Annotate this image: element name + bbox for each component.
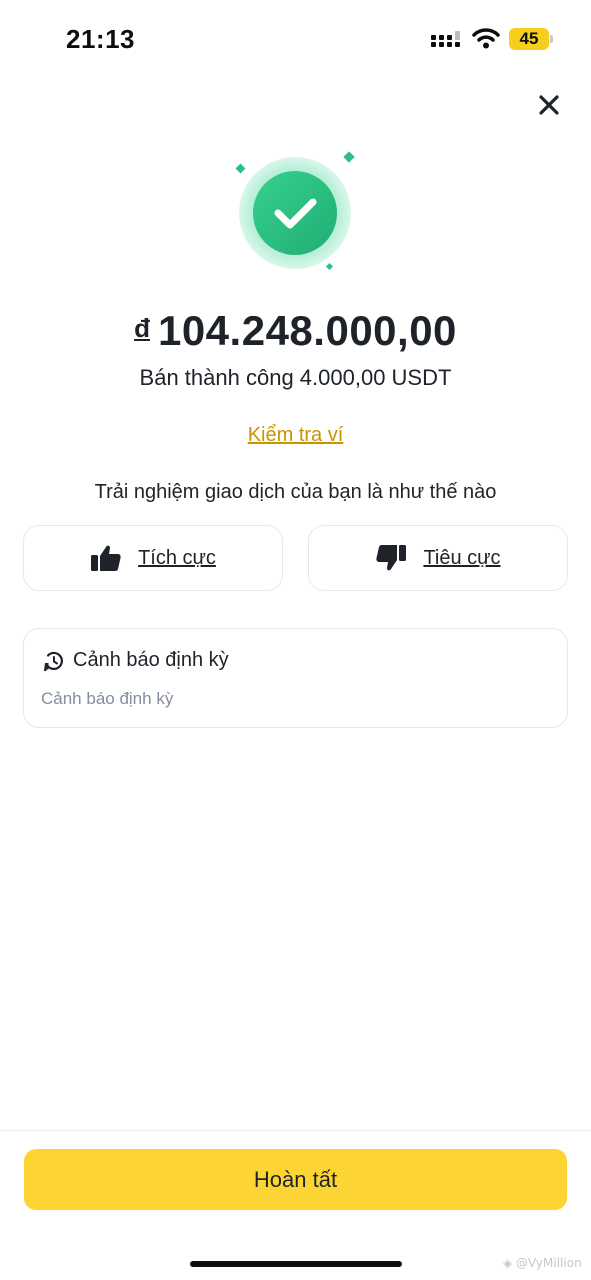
- alert-title-row: Cảnh báo định kỳ: [43, 649, 229, 672]
- done-button[interactable]: Hoàn tất: [24, 1149, 567, 1210]
- watermark: ◈ @VyMillion: [503, 1256, 582, 1270]
- status-time: 21:13: [66, 24, 135, 54]
- battery-icon: 45: [509, 28, 549, 50]
- alert-title: Cảnh báo định kỳ: [73, 649, 229, 671]
- sell-status-text: Bán thành công 4.000,00 USDT: [139, 365, 452, 390]
- negative-feedback-label: Tiêu cực: [423, 546, 501, 569]
- feedback-question: Trải nghiệm giao dịch của bạn là như thế…: [94, 481, 497, 503]
- thumbs-up-icon: [91, 545, 121, 571]
- negative-feedback-button[interactable]: Tiêu cực: [308, 525, 568, 591]
- received-amount: đ 104.248.000,00: [0, 303, 591, 359]
- battery-cap: [550, 35, 553, 43]
- recurring-alert-icon: [44, 651, 63, 671]
- status-bar: 21:13 45: [0, 0, 591, 80]
- amount-value: 104.248.000,00: [157, 307, 457, 354]
- recurring-alert-card[interactable]: Cảnh báo định kỳ Cảnh báo định kỳ: [23, 628, 568, 728]
- success-check-icon: [235, 151, 355, 271]
- positive-feedback-label: Tích cực: [138, 546, 216, 569]
- thumbs-down-icon: [376, 545, 407, 571]
- home-indicator: [190, 1261, 402, 1267]
- check-wallet-link[interactable]: Kiểm tra ví: [0, 424, 591, 447]
- wifi-icon: [472, 28, 500, 49]
- cellular-signal-icon: [431, 31, 460, 47]
- alert-subtitle: Cảnh báo định kỳ: [41, 689, 174, 708]
- close-icon[interactable]: [535, 91, 563, 119]
- footer-divider: [0, 1130, 591, 1131]
- positive-feedback-button[interactable]: Tích cực: [23, 525, 283, 591]
- currency-symbol: đ: [134, 312, 150, 343]
- battery-level: 45: [519, 29, 539, 48]
